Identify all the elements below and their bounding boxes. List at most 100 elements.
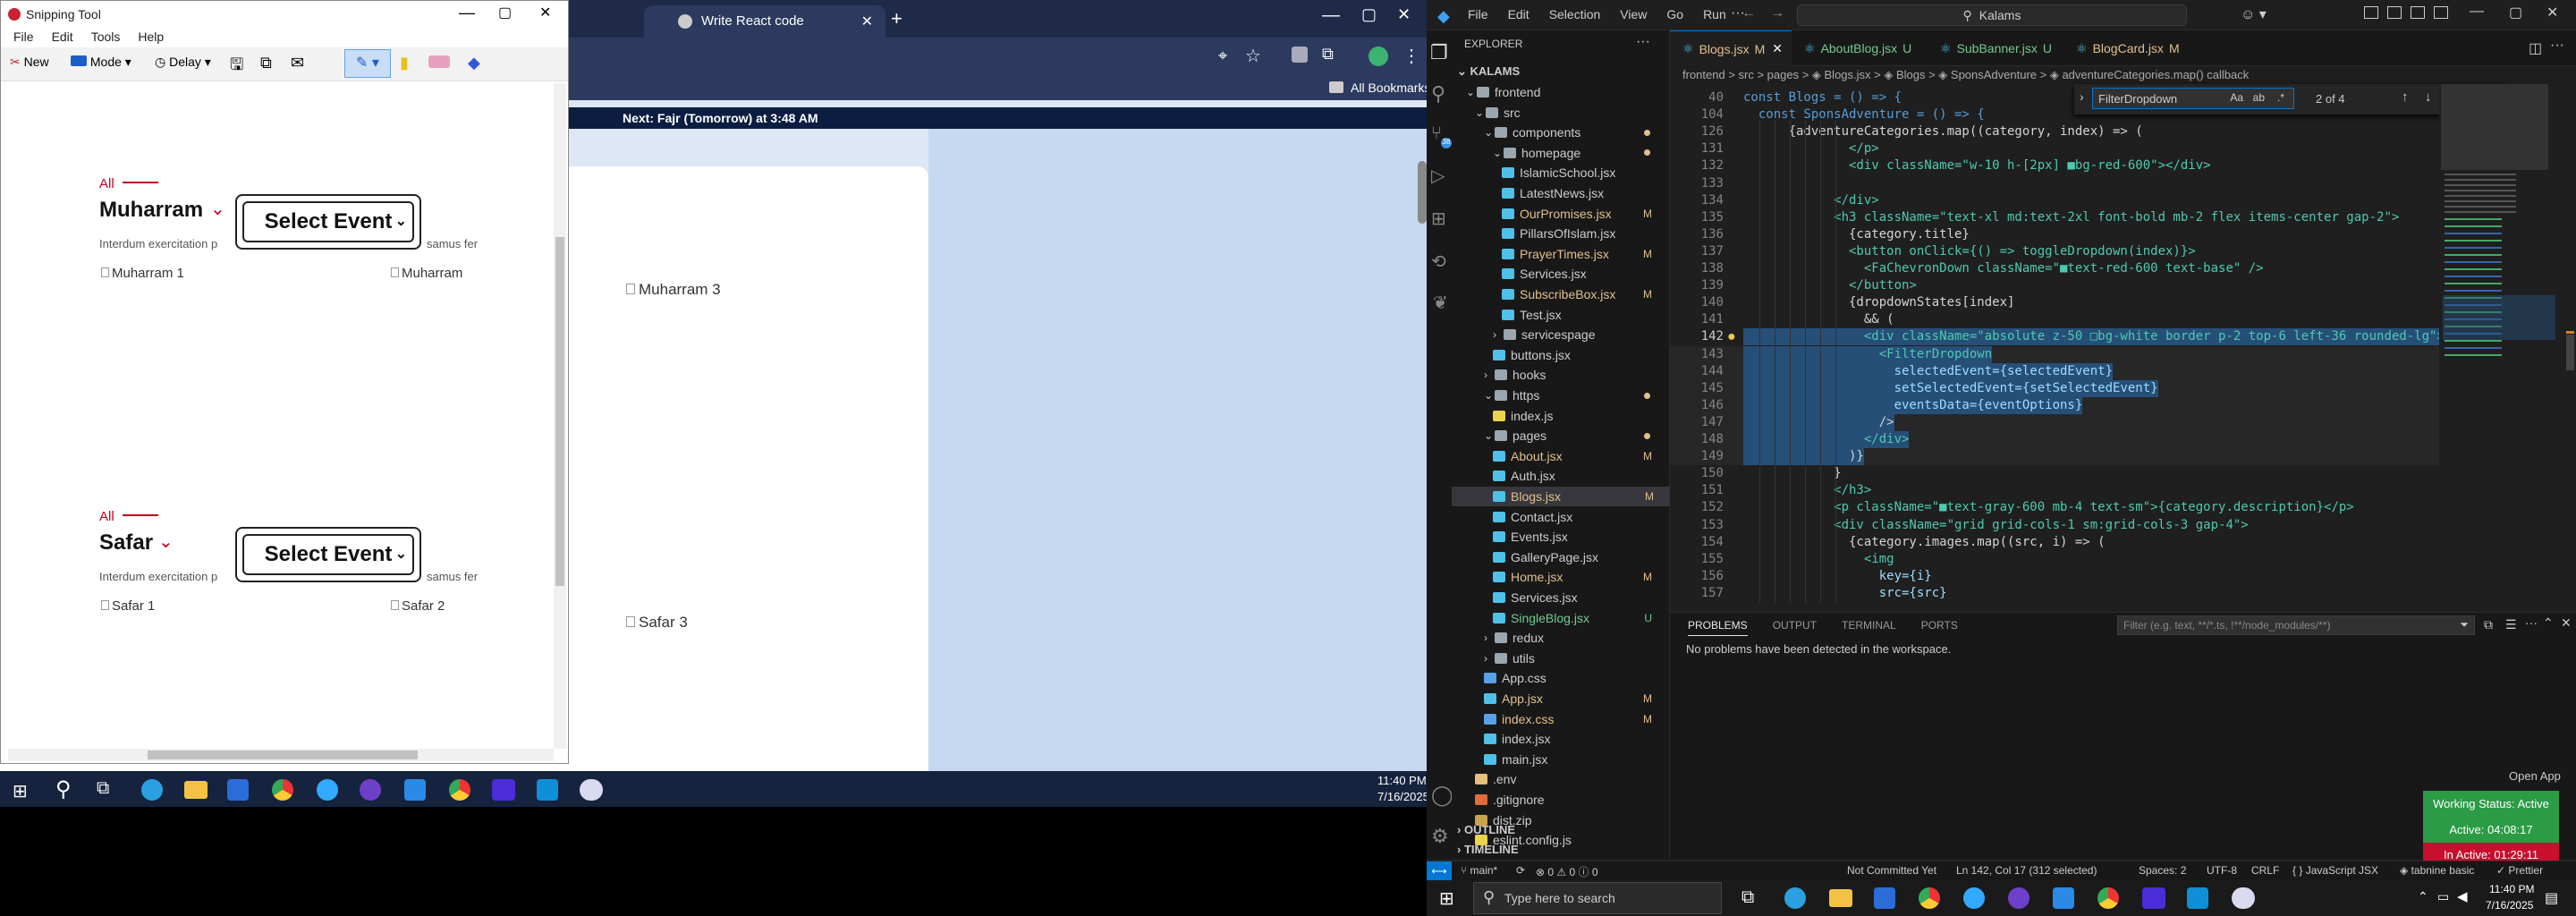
code-line[interactable]: 154 {category.images.map((src, i) => (: [1670, 534, 2439, 551]
menu-help[interactable]: Help: [138, 30, 164, 44]
explorer-more-icon[interactable]: ···: [1636, 34, 1650, 50]
minimap[interactable]: [2439, 84, 2564, 612]
menu-tools[interactable]: Tools: [91, 30, 121, 44]
code-line[interactable]: 151 </h3>: [1670, 482, 2439, 499]
zoom-icon[interactable]: [492, 779, 515, 801]
find-toggle-icon[interactable]: ›: [2080, 89, 2084, 104]
indent-status[interactable]: Spaces: 2: [2139, 864, 2186, 877]
code-line[interactable]: 136 {category.title}: [1670, 226, 2439, 243]
explorer-icon[interactable]: ❐: [1430, 41, 1448, 64]
view-as-tree-icon[interactable]: ☰: [2505, 617, 2517, 632]
tree-item[interactable]: App.css: [1484, 668, 1668, 688]
breadcrumb[interactable]: frontend > src > pages > ◈ Blogs.jsx > ◈…: [1682, 68, 2249, 82]
tree-item[interactable]: .gitignore: [1475, 790, 1668, 810]
tree-item[interactable]: IslamicSchool.jsx: [1502, 163, 1668, 182]
chrome-icon[interactable]: [272, 779, 293, 801]
app-icon-2[interactable]: [2187, 887, 2208, 909]
tree-item[interactable]: Auth.jsx: [1493, 466, 1668, 486]
all-bookmarks[interactable]: All Bookmarks: [1351, 81, 1430, 95]
root-folder[interactable]: ⌄ KALAMS: [1457, 64, 1520, 79]
tab-ports[interactable]: PORTS: [1921, 619, 1958, 636]
code-line[interactable]: 148 </div>: [1670, 431, 2439, 448]
panel-more-icon[interactable]: ···: [2525, 615, 2538, 630]
tree-item[interactable]: Services.jsx: [1502, 264, 1668, 284]
tree-item[interactable]: PillarsOfIslam.jsx: [1502, 224, 1668, 243]
nav-forward-icon[interactable]: →: [1770, 5, 1784, 21]
outline-section[interactable]: › OUTLINE: [1457, 823, 1515, 836]
editor-tab[interactable]: ⚛ Blogs.jsx M ✕: [1670, 30, 1792, 66]
code-line[interactable]: 150 }: [1670, 465, 2439, 482]
remote-indicator-icon[interactable]: ⟷: [1427, 861, 1452, 880]
copy-icon[interactable]: ⧉: [260, 54, 272, 72]
chrome-tab[interactable]: Write React code ✕: [644, 5, 886, 38]
windows-start-icon[interactable]: ⊞: [1439, 887, 1454, 910]
close-tab-icon[interactable]: ✕: [861, 13, 873, 30]
code-line[interactable]: 140 {dropdownStates[index]: [1670, 294, 2439, 311]
explorer-icon[interactable]: [184, 781, 208, 799]
commit-status[interactable]: Not Committed Yet: [1847, 864, 1936, 877]
search-icon[interactable]: ⚲: [1431, 82, 1445, 106]
chrome-icon[interactable]: [1919, 887, 1940, 909]
code-editor[interactable]: 40 const Blogs = () => {104 const SponsAd…: [1670, 84, 2439, 612]
mode-button[interactable]: Mode ▾: [71, 55, 131, 70]
menu-selection[interactable]: Selection: [1549, 7, 1601, 21]
delay-button[interactable]: ◷ Delay ▾: [155, 55, 211, 70]
menu-edit[interactable]: Edit: [1508, 7, 1530, 21]
network-icon[interactable]: ▭: [2437, 889, 2449, 904]
chrome-icon-2[interactable]: [449, 779, 470, 801]
new-tab-icon[interactable]: +: [891, 7, 902, 30]
tree-item[interactable]: PrayerTimes.jsx M: [1502, 244, 1668, 264]
tree-item[interactable]: › utils: [1484, 649, 1668, 668]
code-line[interactable]: 137 <button onClick={() => toggleDropdow…: [1670, 243, 2439, 260]
filter-dropdown[interactable]: Select Event ⌄: [235, 527, 421, 582]
copilot-icon[interactable]: ☺ ▾: [2241, 5, 2267, 23]
tree-item[interactable]: index.js: [1493, 406, 1668, 426]
collapse-all-icon[interactable]: ⧉: [2484, 617, 2493, 632]
code-line[interactable]: 126 {adventureCategories.map((category, …: [1670, 123, 2439, 140]
app-icon-1[interactable]: [317, 779, 338, 801]
minimize-icon[interactable]: —: [1322, 5, 1340, 26]
tree-item[interactable]: ⌄ frontend: [1466, 82, 1668, 102]
explorer-icon[interactable]: [1829, 889, 1852, 907]
layout-customize-icon[interactable]: [2434, 6, 2448, 19]
tree-item[interactable]: Services.jsx: [1493, 588, 1668, 607]
branch-status[interactable]: ⑂ main*: [1461, 864, 1497, 877]
tray-chevron-icon[interactable]: ⌃: [2418, 889, 2428, 904]
filter-icon[interactable]: ⏷: [2460, 618, 2469, 632]
tree-item[interactable]: ⌄ homepage: [1493, 143, 1668, 163]
puzzle-icon[interactable]: ⧉: [1322, 45, 1334, 64]
chevron-down-icon[interactable]: ⌄: [210, 198, 225, 220]
menu-file[interactable]: File: [13, 30, 34, 44]
tree-item[interactable]: Events.jsx: [1493, 527, 1668, 547]
github-icon[interactable]: [2008, 887, 2029, 909]
menu-run[interactable]: Run: [1703, 7, 1726, 21]
store-icon[interactable]: [1874, 887, 1895, 909]
page-scrollbar[interactable]: [1418, 161, 1427, 224]
find-input[interactable]: FilterDropdown Aa ab .*: [2092, 88, 2294, 109]
vscode-taskbar-icon[interactable]: [404, 779, 426, 801]
taskbar-search[interactable]: ⚲ Type here to search: [1473, 882, 1722, 914]
remote-icon[interactable]: ⟲: [1431, 250, 1446, 273]
sync-icon[interactable]: ⟳: [1516, 864, 1525, 877]
mongodb-icon[interactable]: ❦: [1433, 292, 1448, 314]
find-next-icon[interactable]: ↓: [2425, 89, 2432, 105]
eol-status[interactable]: CRLF: [2251, 864, 2279, 877]
nav-back-icon[interactable]: ←: [1741, 5, 1756, 21]
layout-secondary-icon[interactable]: [2411, 6, 2425, 19]
vs-maximize-icon[interactable]: ▢: [2509, 4, 2522, 21]
profile-avatar-icon[interactable]: [1368, 47, 1388, 66]
chrome-icon-2[interactable]: [2097, 887, 2119, 909]
extension-icon[interactable]: [1292, 47, 1308, 63]
zoom-icon[interactable]: [2142, 887, 2165, 909]
save-icon[interactable]: 🖫: [230, 54, 243, 81]
edge-icon[interactable]: [1784, 887, 1806, 909]
language-status[interactable]: { } JavaScript JSX: [2292, 864, 2378, 877]
layout-sidebar-icon[interactable]: [2364, 6, 2378, 19]
tree-item[interactable]: index.css M: [1484, 709, 1668, 729]
notification-icon[interactable]: ▤: [2545, 889, 2558, 907]
find-prev-icon[interactable]: ↑: [2402, 89, 2409, 105]
regex-icon[interactable]: .*: [2277, 91, 2284, 104]
code-line[interactable]: 144 selectedEvent={selectedEvent}: [1670, 362, 2439, 380]
code-line[interactable]: 153 <div className="grid grid-cols-1 sm:…: [1670, 517, 2439, 534]
windows-start-icon[interactable]: ⊞: [13, 780, 28, 802]
